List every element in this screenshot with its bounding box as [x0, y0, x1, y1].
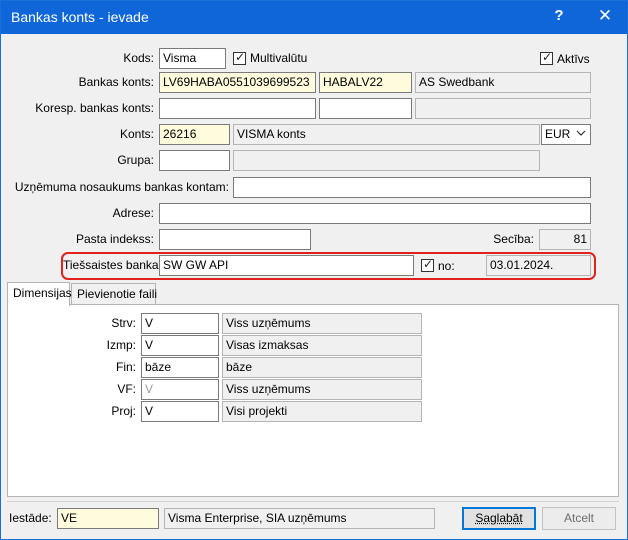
dim-name-field: bāze — [222, 357, 422, 378]
konts-label: Konts: — [119, 127, 154, 141]
multivaluta-label: Multivalūtu — [250, 51, 308, 65]
adrese-label: Adrese: — [112, 206, 154, 220]
kods-label: Kods: — [123, 51, 154, 65]
dim-name-field: Viss uzņēmums — [222, 313, 422, 334]
save-button-label: Saglabāt — [475, 511, 523, 525]
save-button[interactable]: Saglabāt — [462, 507, 536, 530]
tab-label: Pievienotie faili — [77, 287, 158, 301]
bankas-konts-input[interactable]: LV69HABA0551039699523 — [159, 72, 316, 93]
koresp-bic-input[interactable] — [319, 98, 412, 119]
adrese-input[interactable] — [159, 203, 591, 224]
dim-code-input[interactable]: bāze — [141, 357, 219, 378]
tab-dimensijas[interactable]: Dimensijas — [7, 282, 72, 306]
dim-label: Fin: — [115, 360, 136, 374]
bankas-bic-input[interactable]: HABALV22 — [319, 72, 412, 93]
koresp-bank-name-field — [415, 98, 591, 119]
dim-code-input[interactable]: V — [141, 379, 219, 400]
checkmark-icon: ✓ — [542, 50, 553, 64]
footer-separator — [7, 501, 619, 502]
checkmark-icon: ✓ — [235, 50, 246, 64]
pasta-indekss-input[interactable] — [159, 229, 311, 250]
dim-label: Izmp: — [106, 338, 136, 352]
currency-select[interactable]: EUR — [541, 124, 591, 145]
dim-label: Strv: — [111, 316, 136, 330]
cancel-button[interactable]: Atcelt — [542, 507, 616, 530]
dim-name-field: Visas izmaksas — [222, 335, 422, 356]
multivaluta-checkbox[interactable]: ✓ — [233, 50, 246, 65]
help-icon[interactable]: ? — [537, 7, 581, 40]
grupa-label: Grupa: — [117, 153, 154, 167]
currency-value: EUR — [545, 127, 571, 141]
checkmark-icon: ✓ — [423, 257, 434, 271]
aktivs-checkbox[interactable]: ✓ — [540, 50, 553, 65]
seciba-field: 81 — [539, 229, 591, 250]
date-field: 03.01.2024. — [486, 255, 591, 276]
dim-name-field: Viss uzņēmums — [222, 379, 422, 400]
dim-label: Proj: — [111, 404, 136, 418]
tab-label: Dimensijas — [13, 286, 72, 300]
aktivs-label: Aktīvs — [557, 52, 590, 66]
nosaukums-input[interactable] — [233, 177, 591, 198]
iestade-input[interactable]: VE — [57, 508, 159, 529]
konts-name-field: VISMA konts — [233, 124, 540, 145]
koresp-konts-input[interactable] — [159, 98, 316, 119]
bankas-konts-label: Bankas konts: — [78, 75, 154, 89]
tiessaistes-label: Tiešsaistes banka: — [63, 258, 162, 272]
dim-name-field: Visi projekti — [222, 401, 422, 422]
kods-input[interactable]: Visma — [159, 48, 226, 69]
no-label: no: — [438, 259, 455, 273]
iestade-label: Iestāde: — [9, 511, 52, 525]
cancel-button-label: Atcelt — [563, 511, 594, 525]
dim-code-input[interactable]: V — [141, 313, 219, 334]
konts-input[interactable]: 26216 — [159, 124, 230, 145]
pasta-indekss-label: Pasta indekss: — [75, 232, 154, 246]
tab-pievienotie-faili[interactable]: Pievienotie faili — [71, 283, 158, 305]
iestade-name-field: Visma Enterprise, SIA uzņēmums — [164, 508, 435, 529]
bank-name-field: AS Swedbank — [415, 72, 591, 93]
grupa-input[interactable] — [159, 150, 230, 171]
nosaukums-label: Uzņēmuma nosaukums bankas kontam: — [14, 180, 229, 194]
koresp-konts-label: Koresp. bankas konts: — [35, 101, 154, 115]
no-checkbox[interactable]: ✓ — [421, 257, 434, 272]
tiessaistes-input[interactable]: SW GW API — [159, 255, 414, 276]
dim-code-input[interactable]: V — [141, 401, 219, 422]
grupa-name-field — [233, 150, 540, 171]
chevron-down-icon — [576, 130, 586, 136]
close-icon[interactable]: ✕ — [583, 6, 627, 39]
title-bar: Bankas konts - ievade ? ✕ — [1, 1, 627, 34]
dim-code-input[interactable]: V — [141, 335, 219, 356]
dim-label: VF: — [117, 382, 136, 396]
window-title: Bankas konts - ievade — [11, 9, 149, 25]
dialog-window: Bankas konts - ievade ? ✕ Kods: Visma ✓ … — [0, 0, 628, 540]
seciba-label: Secība: — [493, 232, 534, 246]
